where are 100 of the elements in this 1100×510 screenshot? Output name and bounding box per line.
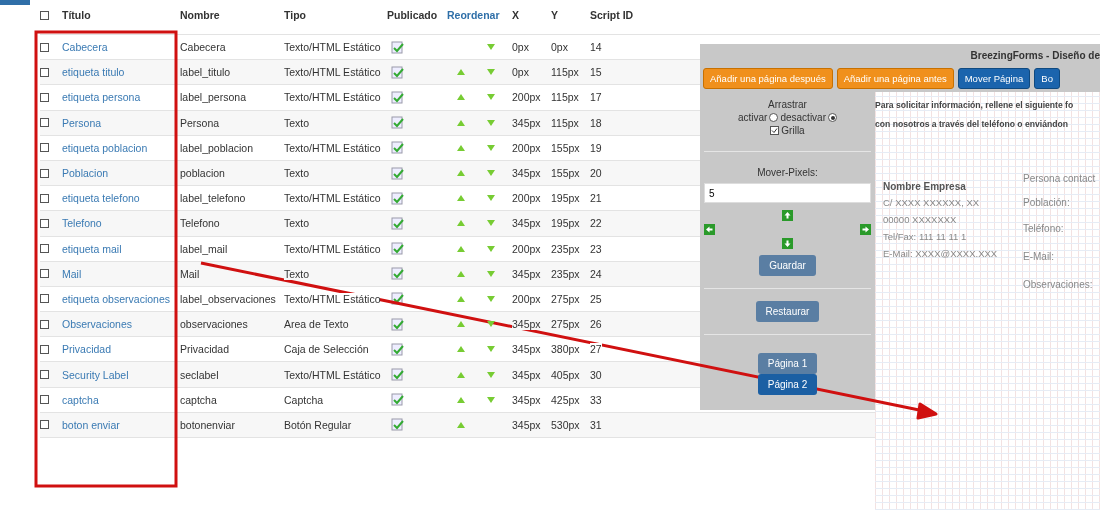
table-cell: 200px [512,141,541,154]
column-header: X [512,9,519,22]
title-link[interactable]: Cabecera [62,41,108,54]
published-check-icon[interactable] [391,393,404,407]
row-checkbox[interactable] [40,42,49,52]
row-checkbox[interactable] [40,218,49,228]
company-address-line: Tel/Fax: 111 11 11 1 [883,230,968,244]
title-link[interactable]: etiqueta observaciones [62,292,170,305]
arrow-up-icon[interactable] [782,209,793,221]
title-link[interactable]: Privacidad [62,343,112,356]
table-cell: 345px [512,267,541,280]
move-up-icon[interactable] [457,195,465,202]
toolbar-button[interactable]: Mover Página [957,68,1031,89]
published-check-icon[interactable] [391,418,404,432]
move-up-icon[interactable] [457,94,465,101]
grid-checkbox[interactable] [770,126,780,135]
table-cell: 23 [590,242,602,255]
save-button[interactable]: Guardar [759,255,816,276]
published-check-icon[interactable] [391,317,404,331]
published-check-icon[interactable] [391,368,404,382]
row-checkbox[interactable] [40,269,49,279]
title-link[interactable]: Security Label [62,368,129,381]
title-link[interactable]: Persona [62,116,102,129]
title-link[interactable]: boton enviar [62,418,120,431]
row-checkbox[interactable] [40,168,49,178]
table-cell: Texto [284,167,310,180]
title-link[interactable]: etiqueta mail [62,242,122,255]
title-link[interactable]: etiqueta telefono [62,192,140,205]
table-cell: 30 [590,368,602,381]
form-field-label: Observaciones: [1023,278,1094,292]
title-link[interactable]: Poblacion [62,167,109,180]
move-up-icon[interactable] [457,144,465,151]
move-up-icon[interactable] [457,321,465,328]
table-cell: Cabecera [180,41,226,54]
row-checkbox[interactable] [40,92,49,102]
column-header: Y [551,9,558,22]
radio-button[interactable] [769,113,779,122]
row-checkbox[interactable] [40,244,49,254]
published-check-icon[interactable] [391,242,404,256]
move-down-icon[interactable] [487,321,495,328]
page-button[interactable]: Página 1 [757,353,818,374]
published-check-icon[interactable] [391,216,404,230]
company-address-line: 00000 XXXXXXX [883,213,958,227]
published-check-icon[interactable] [391,141,404,155]
published-check-icon[interactable] [391,65,404,79]
published-check-icon[interactable] [391,267,404,281]
column-header[interactable]: Reordenar [447,9,500,22]
move-up-icon[interactable] [457,245,465,252]
row-checkbox[interactable] [40,67,49,77]
published-check-icon[interactable] [391,116,404,130]
move-up-icon[interactable] [457,371,465,378]
table-cell: 345px [512,393,541,406]
pixels-input-field[interactable]: 5 [704,183,871,203]
title-link[interactable]: Mail [62,267,82,280]
page-button[interactable]: Página 2 [757,374,818,395]
row-checkbox[interactable] [40,319,49,329]
title-link[interactable]: etiqueta persona [62,91,141,104]
move-up-icon[interactable] [457,69,465,76]
row-checkbox[interactable] [40,294,49,304]
row-checkbox[interactable] [40,193,49,203]
row-checkbox[interactable] [40,118,49,128]
move-up-icon[interactable] [457,396,465,403]
restore-button[interactable]: Restaurar [755,301,820,322]
arrow-right-icon[interactable] [860,223,871,235]
move-up-icon[interactable] [457,295,465,302]
move-up-icon[interactable] [457,270,465,277]
toolbar-button[interactable]: Bo [1034,68,1060,89]
table-cell: 275px [551,318,580,331]
row-checkbox[interactable] [40,395,49,405]
table-cell: 155px [551,141,580,154]
row-checkbox[interactable] [40,370,49,380]
arrow-left-icon[interactable] [704,223,715,235]
table-cell: 345px [512,167,541,180]
table-cell: 155px [551,167,580,180]
title-link[interactable]: etiqueta titulo [62,66,125,79]
table-cell: 200px [512,192,541,205]
published-check-icon[interactable] [391,90,404,104]
table-cell: 345px [512,116,541,129]
select-all-checkbox[interactable] [40,10,49,20]
published-check-icon[interactable] [391,191,404,205]
table-cell: botonenviar [180,418,235,431]
title-link[interactable]: Telefono [62,217,102,230]
title-link[interactable]: Observaciones [62,318,133,331]
row-checkbox[interactable] [40,344,49,354]
row-checkbox[interactable] [40,420,49,430]
move-up-icon[interactable] [457,220,465,227]
published-check-icon[interactable] [391,342,404,356]
arrow-down-icon[interactable] [782,237,793,249]
move-up-icon[interactable] [457,119,465,126]
move-up-icon[interactable] [457,346,465,353]
title-link[interactable]: etiqueta poblacion [62,141,148,154]
published-check-icon[interactable] [391,166,404,180]
intro-text: Para solicitar información, rellene el siguiente fo [875,99,1075,112]
move-up-icon[interactable] [457,170,465,177]
table-cell: 345px [512,318,541,331]
row-checkbox[interactable] [40,143,49,153]
radio-button[interactable] [828,113,837,122]
title-link[interactable]: captcha [62,393,99,406]
published-check-icon[interactable] [391,40,404,54]
table-cell: observaciones [180,318,248,331]
